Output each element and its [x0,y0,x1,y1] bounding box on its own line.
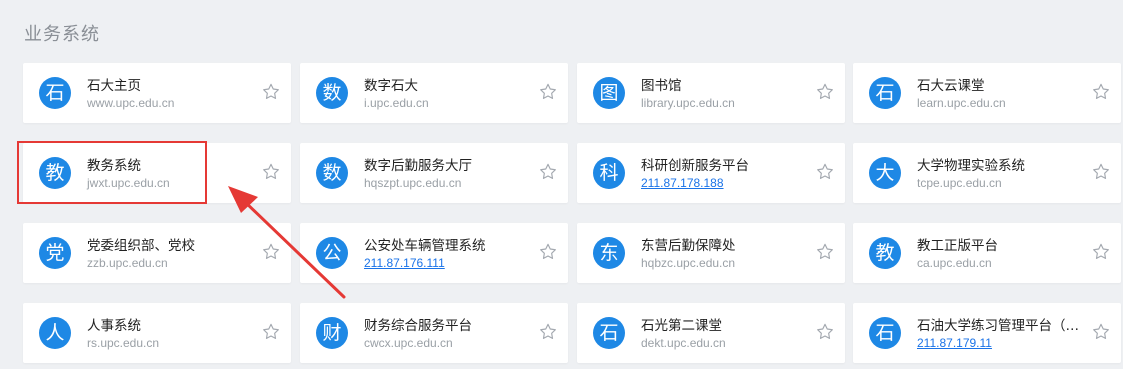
system-avatar-icon: 科 [593,157,625,189]
system-avatar-icon: 财 [316,317,348,349]
favorite-star-icon[interactable] [538,242,558,262]
system-card[interactable]: 大大学物理实验系统 tcpe.upc.edu.cn [853,143,1121,203]
system-url: zzb.upc.edu.cn [87,256,168,270]
system-avatar-icon: 石 [869,77,901,109]
system-name[interactable]: 公安处车辆管理系统 [364,234,486,254]
system-card[interactable]: 石石大云课堂 learn.upc.edu.cn [853,63,1121,123]
system-name[interactable]: 教工正版平台 [917,234,998,254]
system-name[interactable]: 党委组织部、党校 [87,234,195,254]
system-card[interactable]: 教教工正版平台 ca.upc.edu.cn [853,223,1121,283]
system-avatar-icon: 数 [316,157,348,189]
system-url-link[interactable]: 211.87.179.11 [917,336,992,350]
favorite-star-icon[interactable] [815,82,835,102]
system-url: learn.upc.edu.cn [917,96,1006,110]
system-card[interactable]: 财财务综合服务平台 cwcx.upc.edu.cn [300,303,568,363]
favorite-star-icon[interactable] [261,322,281,342]
favorite-star-icon[interactable] [1091,82,1111,102]
system-name[interactable]: 科研创新服务平台 [641,154,749,174]
system-avatar-icon: 党 [39,237,71,269]
system-url: cwcx.upc.edu.cn [364,336,453,350]
favorite-star-icon[interactable] [538,162,558,182]
system-card[interactable]: 公公安处车辆管理系统 211.87.176.111 [300,223,568,283]
system-url: library.upc.edu.cn [641,96,735,110]
system-avatar-icon: 教 [869,237,901,269]
system-name[interactable]: 石大主页 [87,74,141,94]
system-avatar-icon: 数 [316,77,348,109]
system-url: rs.upc.edu.cn [87,336,160,350]
system-card[interactable]: 石石光第二课堂 dekt.upc.edu.cn [577,303,845,363]
system-url: i.upc.edu.cn [364,96,429,110]
system-avatar-icon: 石 [869,317,901,349]
system-url: www.upc.edu.cn [87,96,175,110]
system-avatar-icon: 东 [593,237,625,269]
system-url-link[interactable]: 211.87.176.111 [364,256,445,270]
system-name[interactable]: 石光第二课堂 [641,314,722,334]
system-card[interactable]: 党党委组织部、党校 zzb.upc.edu.cn [23,223,291,283]
system-card[interactable]: 图图书馆 library.upc.edu.cn [577,63,845,123]
system-name[interactable]: 大学物理实验系统 [917,154,1025,174]
favorite-star-icon[interactable] [261,242,281,262]
system-url: tcpe.upc.edu.cn [917,176,1002,190]
system-name[interactable]: 图书馆 [641,74,682,94]
system-url: ca.upc.edu.cn [917,256,992,270]
system-avatar-icon: 公 [316,237,348,269]
favorite-star-icon[interactable] [1091,162,1111,182]
system-name[interactable]: 石油大学练习管理平台（… [917,314,1079,334]
system-name[interactable]: 东营后勤保障处 [641,234,736,254]
system-name[interactable]: 数字后勤服务大厅 [364,154,472,174]
system-card[interactable]: 东东营后勤保障处 hqbzc.upc.edu.cn [577,223,845,283]
system-card[interactable]: 人人事系统 rs.upc.edu.cn [23,303,291,363]
favorite-star-icon[interactable] [815,162,835,182]
system-card[interactable]: 石石油大学练习管理平台（… 211.87.179.11 [853,303,1121,363]
system-url: hqbzc.upc.edu.cn [641,256,736,270]
system-url: hqszpt.upc.edu.cn [364,176,462,190]
favorite-star-icon[interactable] [1091,242,1111,262]
favorite-star-icon[interactable] [261,162,281,182]
favorite-star-icon[interactable] [538,322,558,342]
system-card[interactable]: 数数字后勤服务大厅 hqszpt.upc.edu.cn [300,143,568,203]
system-avatar-icon: 石 [593,317,625,349]
system-card[interactable]: 石石大主页 www.upc.edu.cn [23,63,291,123]
system-name[interactable]: 财务综合服务平台 [364,314,472,334]
system-avatar-icon: 石 [39,77,71,109]
favorite-star-icon[interactable] [538,82,558,102]
system-name[interactable]: 人事系统 [87,314,141,334]
highlight-box [17,141,207,204]
favorite-star-icon[interactable] [261,82,281,102]
favorite-star-icon[interactable] [1091,322,1111,342]
system-url: dekt.upc.edu.cn [641,336,726,350]
system-name[interactable]: 石大云课堂 [917,74,985,94]
system-card[interactable]: 科科研创新服务平台 211.87.178.188 [577,143,845,203]
system-name[interactable]: 数字石大 [364,74,418,94]
system-avatar-icon: 大 [869,157,901,189]
system-avatar-icon: 图 [593,77,625,109]
system-avatar-icon: 人 [39,317,71,349]
system-url-link[interactable]: 211.87.178.188 [641,176,724,190]
favorite-star-icon[interactable] [815,242,835,262]
favorite-star-icon[interactable] [815,322,835,342]
system-card[interactable]: 数数字石大 i.upc.edu.cn [300,63,568,123]
